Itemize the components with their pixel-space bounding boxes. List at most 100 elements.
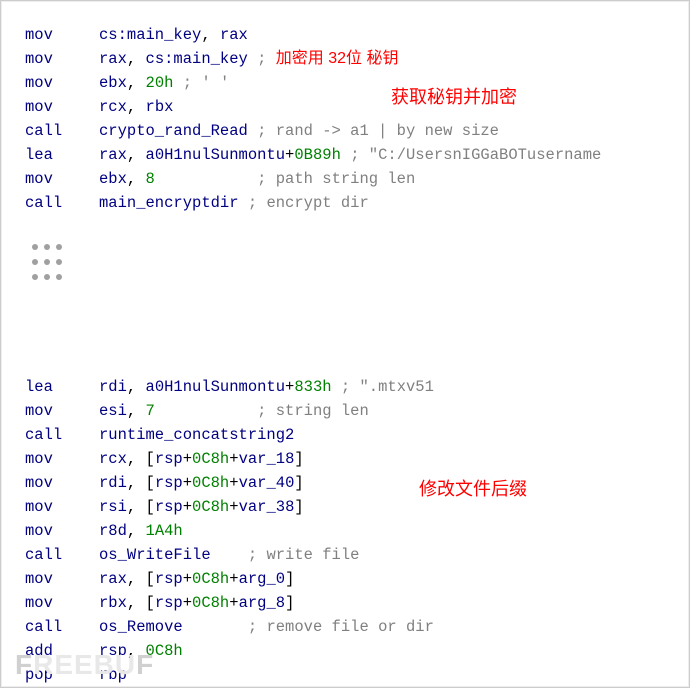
identifier: a0H1nulSunmontu bbox=[146, 146, 286, 164]
comment: ; ' ' bbox=[183, 74, 230, 92]
text bbox=[341, 146, 350, 164]
annotation-top: 获取秘钥并加密 bbox=[391, 85, 517, 109]
mnemonic: mov bbox=[25, 399, 99, 423]
register: ebx bbox=[99, 170, 127, 188]
number: 833h bbox=[294, 378, 331, 396]
text: + bbox=[229, 570, 238, 588]
mnemonic: mov bbox=[25, 471, 99, 495]
register: ebx bbox=[99, 74, 127, 92]
mnemonic: lea bbox=[25, 375, 99, 399]
text: , bbox=[127, 74, 146, 92]
text: , bbox=[127, 642, 146, 660]
identifier: arg_8 bbox=[239, 594, 286, 612]
register: rax bbox=[220, 26, 248, 44]
identifier: runtime_concatstring2 bbox=[99, 426, 294, 444]
asm-line: movr8d, 1A4h bbox=[25, 519, 681, 543]
number: 1A4h bbox=[146, 522, 183, 540]
text bbox=[248, 50, 257, 68]
text: , bbox=[201, 26, 220, 44]
mnemonic: lea bbox=[25, 143, 99, 167]
text bbox=[173, 74, 182, 92]
text: + bbox=[285, 146, 294, 164]
register: rsi bbox=[99, 498, 127, 516]
text: ] bbox=[285, 594, 294, 612]
text: ] bbox=[294, 498, 303, 516]
text bbox=[332, 378, 341, 396]
asm-line: addrsp, 0C8h bbox=[25, 639, 681, 663]
disassembly-frame: movcs:main_key, raxmovrax, cs:main_key ;… bbox=[0, 0, 690, 688]
text: + bbox=[183, 594, 192, 612]
register: rax bbox=[99, 570, 127, 588]
identifier: crypto_rand_Read bbox=[99, 122, 248, 140]
text: , [ bbox=[127, 570, 155, 588]
asm-line: leardi, a0H1nulSunmontu+833h ; ".mtxv51 bbox=[25, 375, 681, 399]
mnemonic: mov bbox=[25, 23, 99, 47]
mnemonic: mov bbox=[25, 495, 99, 519]
register: rsp bbox=[155, 474, 183, 492]
comment: ; string len bbox=[257, 402, 369, 420]
number: 0C8h bbox=[192, 498, 229, 516]
identifier: os_Remove bbox=[99, 618, 183, 636]
register: rsp bbox=[155, 450, 183, 468]
text: + bbox=[183, 570, 192, 588]
text: , [ bbox=[127, 594, 155, 612]
text bbox=[248, 122, 257, 140]
mnemonic: mov bbox=[25, 95, 99, 119]
text: + bbox=[183, 450, 192, 468]
comment: ; bbox=[257, 50, 276, 68]
register: rax bbox=[99, 50, 127, 68]
asm-line: callcrypto_rand_Read ; rand -> a1 | by n… bbox=[25, 119, 681, 143]
text bbox=[211, 546, 248, 564]
mnemonic: call bbox=[25, 423, 99, 447]
text bbox=[155, 402, 257, 420]
identifier: cs:main_key bbox=[99, 26, 201, 44]
mnemonic: mov bbox=[25, 591, 99, 615]
comment: ; rand -> a1 | by new size bbox=[257, 122, 499, 140]
register: rcx bbox=[99, 98, 127, 116]
register: rbx bbox=[99, 594, 127, 612]
number: 0C8h bbox=[146, 642, 183, 660]
text: , bbox=[127, 50, 146, 68]
text: + bbox=[229, 594, 238, 612]
asm-line: movebx, 20h ; ' ' bbox=[25, 71, 681, 95]
identifier: var_40 bbox=[239, 474, 295, 492]
asm-line: movrbx, [rsp+0C8h+arg_8] bbox=[25, 591, 681, 615]
text bbox=[239, 194, 248, 212]
register: esi bbox=[99, 402, 127, 420]
text: ] bbox=[294, 474, 303, 492]
collapsed-region-icon bbox=[25, 217, 115, 307]
mnemonic: call bbox=[25, 119, 99, 143]
text: + bbox=[229, 498, 238, 516]
mnemonic: call bbox=[25, 191, 99, 215]
text: , bbox=[127, 402, 146, 420]
text: + bbox=[285, 378, 294, 396]
asm-line: movrsi, [rsp+0C8h+var_38] bbox=[25, 495, 681, 519]
mnemonic: mov bbox=[25, 567, 99, 591]
asm-line: movrdi, [rsp+0C8h+var_40] bbox=[25, 471, 681, 495]
asm-line: movcs:main_key, rax bbox=[25, 23, 681, 47]
number: 0C8h bbox=[192, 570, 229, 588]
text: + bbox=[229, 474, 238, 492]
number: 8 bbox=[146, 170, 155, 188]
identifier: var_38 bbox=[239, 498, 295, 516]
comment: ; "C:/UsersnIGGaBOTusername bbox=[350, 146, 601, 164]
mnemonic: pop bbox=[25, 663, 99, 687]
mnemonic: call bbox=[25, 543, 99, 567]
identifier: arg_0 bbox=[239, 570, 286, 588]
number: 7 bbox=[146, 402, 155, 420]
mnemonic: add bbox=[25, 639, 99, 663]
comment: ; ".mtxv51 bbox=[341, 378, 434, 396]
register: rsp bbox=[99, 642, 127, 660]
asm-block-1: movcs:main_key, raxmovrax, cs:main_key ;… bbox=[25, 23, 681, 215]
register: rsp bbox=[155, 594, 183, 612]
text: , [ bbox=[127, 474, 155, 492]
text: + bbox=[229, 450, 238, 468]
identifier: var_18 bbox=[239, 450, 295, 468]
register: rbx bbox=[146, 98, 174, 116]
register: rbp bbox=[99, 666, 127, 684]
text: , bbox=[127, 522, 146, 540]
text: ] bbox=[285, 570, 294, 588]
asm-line: poprbp bbox=[25, 663, 681, 687]
mnemonic: mov bbox=[25, 71, 99, 95]
asm-line: movrax, cs:main_key ; 加密用 32位 秘钥 bbox=[25, 47, 681, 71]
